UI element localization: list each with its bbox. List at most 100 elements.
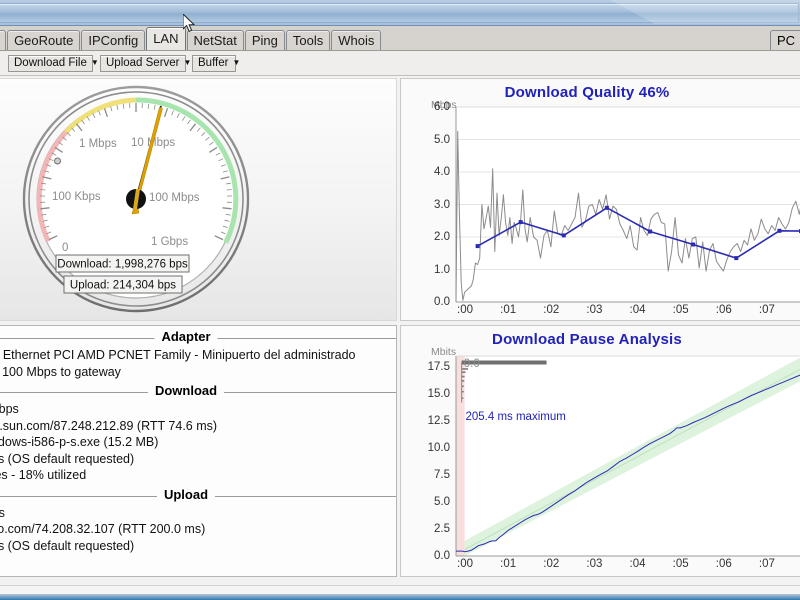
status-bar (0, 585, 800, 594)
speedometer-gauge: 0 100 Kbps 1 Mbps 10 Mbps 100 Mbps 1 Gbp… (16, 83, 256, 318)
x-tick-label: :03 (586, 304, 602, 316)
speed-gauge-panel: 0 100 Kbps 1 Mbps 10 Mbps 100 Mbps 1 Gbp… (0, 78, 397, 321)
x-tick-label: :07 (759, 304, 775, 316)
detail-line: 0 Mbps - 100 Mbps to gateway (0, 364, 396, 381)
y-tick-label: 5.0 (434, 496, 450, 508)
content-area: 0 100 Kbps 1 Mbps 10 Mbps 100 Mbps 1 Gbp… (0, 76, 800, 585)
detail-line: daptador Ethernet PCI AMD PCNET Family -… (0, 347, 396, 364)
y-tick-label: 0.0 (434, 550, 450, 562)
series-marker (562, 233, 566, 237)
title-bar-inner (0, 3, 799, 23)
tab-georoute[interactable]: GeoRoute (7, 30, 80, 50)
toolbar-button-buffer[interactable]: Buffer▼ (192, 55, 236, 72)
x-tick-label: :04 (630, 304, 646, 316)
series-marker (777, 229, 781, 233)
download-pause-chart: Download Pause Analysis Mbits 0.02.55.07… (400, 325, 800, 577)
gauge-download-readout: Download: 1,998,276 bps (57, 259, 188, 271)
tab-netstat[interactable]: NetStat (187, 30, 244, 50)
y-tick-label: 1.0 (434, 264, 450, 276)
detail-line: 4,304 bps (0, 505, 396, 522)
title-bar[interactable]: dth (0, 0, 800, 26)
series-marker (648, 230, 652, 234)
gauge-label-100kbps: 100 Kbps (52, 191, 101, 203)
download-quality-plot (401, 79, 800, 322)
toolbar-button-label: Buffer (198, 57, 228, 69)
x-tick-label: :05 (673, 304, 689, 316)
x-tick-label: :00 (457, 304, 473, 316)
max-pause-annotation: 205.4 ms maximum (465, 411, 565, 423)
toolbar: owDownload File▼Upload Server▼Buffer▼ (0, 51, 800, 76)
window-border-bottom (0, 594, 800, 600)
section-title: Upload (157, 487, 215, 502)
y-tick-label: 10.0 (428, 442, 450, 454)
x-tick-label: :06 (716, 558, 732, 570)
x-tick-label: :00 (457, 558, 473, 570)
x-tick-label: :05 (673, 558, 689, 570)
x-tick-label: :02 (543, 304, 559, 316)
series-marker (519, 220, 523, 224)
y-tick-label: 3.0 (434, 199, 450, 211)
x-tick-label: :02 (543, 558, 559, 570)
toolbar-button-label: Upload Server (106, 57, 180, 69)
details-section-header: Upload (0, 487, 396, 505)
detail-line: 192 bytes (OS default requested) (0, 451, 396, 468)
y-tick-label: 7.5 (434, 469, 450, 481)
details-section-header: Adapter (0, 329, 396, 347)
x-tick-label: :01 (500, 304, 516, 316)
gauge-label-1gbps: 1 Gbps (151, 236, 188, 248)
x-tick-label: :07 (759, 558, 775, 570)
series-marker (605, 206, 609, 210)
tab-list: NSGeoRouteIPConfigLANNetStatPingToolsWho… (0, 27, 382, 50)
detail-line: 8-cdn-01.sun.com/87.248.212.89 (RTT 74.6… (0, 418, 396, 435)
x-tick-label: :04 (630, 558, 646, 570)
toolbar-button-download-file[interactable]: Download File▼ (8, 55, 93, 72)
gauge-label-100mbps: 100 Mbps (149, 192, 200, 204)
section-lines: 998,276 bps8-cdn-01.sun.com/87.248.212.8… (0, 401, 396, 484)
toolbar-button-upload-server[interactable]: Upload Server▼ (100, 55, 186, 72)
y-tick-label: 15.0 (428, 388, 450, 400)
y-tick-label: 12.5 (428, 415, 450, 427)
y-tick-label: 5.0 (434, 134, 450, 146)
section-title: Adapter (154, 329, 217, 344)
section-lines: daptador Ethernet PCI AMD PCNET Family -… (0, 347, 396, 380)
series-marker (476, 244, 480, 248)
tab-ns[interactable]: NS (0, 30, 6, 50)
details-section-header: Download (0, 383, 396, 401)
y-tick-label: 4.0 (434, 166, 450, 178)
detail-line: 998,276 bps (0, 401, 396, 418)
y-tick-label: 2.5 (434, 523, 450, 535)
tab-ping[interactable]: Ping (245, 30, 285, 50)
chevron-down-icon: ▼ (232, 58, 240, 67)
y-tick-label: 2.0 (434, 231, 450, 243)
download-quality-chart: Download Quality 46% Mbps 0.01.02.03.04.… (400, 78, 800, 321)
x-tick-label: :03 (586, 558, 602, 570)
chevron-down-icon: ▼ (91, 58, 99, 67)
series-marker (734, 256, 738, 260)
tab-bar: NSGeoRouteIPConfigLANNetStatPingToolsWho… (0, 27, 800, 51)
details-sections: Adapter daptador Ethernet PCI AMD PCNET F… (0, 329, 396, 554)
gauge-peak-marker (55, 158, 61, 164)
application-window: dth NSGeoRouteIPConfigLANNetStatPingTool… (0, 0, 800, 600)
gauge-label-0: 0 (62, 242, 68, 254)
toolbar-button-label: Download File (14, 57, 87, 69)
y-tick-label: 0.0 (434, 296, 450, 308)
x-tick-label: :01 (500, 558, 516, 570)
tab-whois[interactable]: Whois (331, 30, 381, 50)
detail-line: -6u7-windows-i586-p-s.exe (15.2 MB) (0, 434, 396, 451)
tab-ipconfig[interactable]: IPConfig (81, 30, 145, 50)
detail-line: ,000 bytes - 18% utilized (0, 467, 396, 484)
y-tick-label: 17.5 (428, 361, 450, 373)
tab-overflow-pc[interactable]: PC (770, 30, 800, 50)
connection-details-panel: Adapter daptador Ethernet PCI AMD PCNET F… (0, 325, 397, 577)
tab-tools[interactable]: Tools (286, 30, 330, 50)
series-marker (691, 243, 695, 247)
detail-line: ww.ipjudo.com/74.208.32.107 (RTT 200.0 m… (0, 521, 396, 538)
gauge-upload-readout: Upload: 214,304 bps (70, 280, 176, 292)
tab-lan[interactable]: LAN (146, 27, 185, 50)
gauge-label-1mbps: 1 Mbps (79, 138, 117, 150)
download-pause-yunit: Mbits (431, 346, 456, 358)
section-lines: 4,304 bpsww.ipjudo.com/74.208.32.107 (RT… (0, 505, 396, 555)
section-title: Download (148, 383, 224, 398)
y-tick-label: 6.0 (434, 101, 450, 113)
chevron-down-icon: ▼ (184, 58, 192, 67)
